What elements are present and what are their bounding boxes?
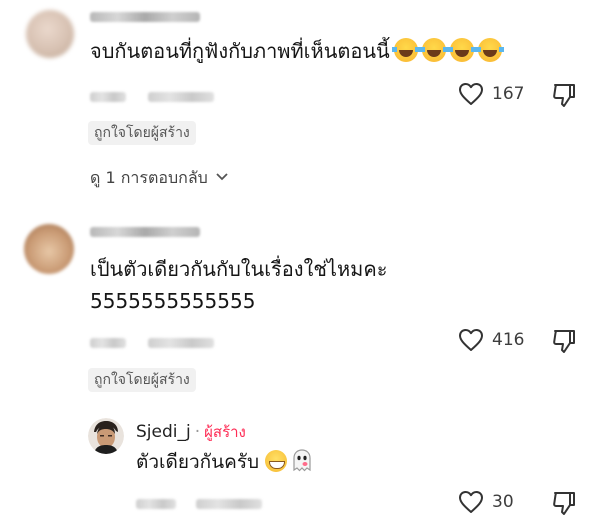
laughing-emoji-icon: [391, 38, 420, 62]
reply-link-blurred[interactable]: [196, 499, 262, 509]
comment-text-line-1: เป็นตัวเดียวกันกับในเรื่องใช่ไหมคะ: [90, 257, 388, 281]
ghost-emoji-icon: [293, 449, 311, 472]
comment-1: จบกันตอนที่กูฟังกับภาพที่เห็นตอนนี้ 167 …: [0, 0, 600, 200]
heart-outline-icon: [459, 329, 483, 351]
thumb-down-outline-icon[interactable]: [551, 82, 577, 108]
username-blurred[interactable]: [90, 12, 200, 22]
thumb-down-outline-icon[interactable]: [551, 328, 577, 354]
laughing-emoji-icon: [419, 38, 448, 62]
reply-comment: Sjedi_j · ผู้สร้าง ตัวเดียวกันครับ 30: [0, 410, 600, 527]
heart-outline-icon: [459, 83, 483, 105]
reply-text-content: ตัวเดียวกันครับ: [136, 451, 260, 473]
like-count: 30: [492, 492, 514, 512]
view-replies-label: ดู 1 การตอบกลับ: [90, 168, 208, 187]
username-blurred[interactable]: [90, 227, 200, 237]
creator-label: ผู้สร้าง: [204, 423, 246, 441]
reply-text: ตัวเดียวกันครับ: [136, 448, 313, 476]
like-button[interactable]: 416: [458, 328, 524, 352]
comment-text-content: จบกันตอนที่กูฟังกับภาพที่เห็นตอนนี้: [90, 39, 390, 63]
comment-meta-blurred: [90, 338, 126, 348]
thumb-down-outline-icon[interactable]: [551, 490, 577, 516]
like-count: 167: [492, 84, 525, 104]
like-button[interactable]: 167: [458, 82, 524, 106]
reply-link-blurred[interactable]: [148, 92, 214, 102]
view-replies-button[interactable]: ดู 1 การตอบกลับ: [90, 166, 229, 191]
avatar[interactable]: [26, 10, 74, 58]
reply-username-row[interactable]: Sjedi_j · ผู้สร้าง: [136, 420, 246, 444]
reply-username[interactable]: Sjedi_j: [136, 422, 191, 442]
separator-dot: ·: [194, 422, 201, 442]
comment-text: จบกันตอนที่กูฟังกับภาพที่เห็นตอนนี้: [90, 36, 504, 66]
comment-meta-blurred: [90, 92, 126, 102]
heart-outline-icon: [459, 491, 483, 513]
creator-avatar[interactable]: [88, 418, 124, 454]
liked-by-creator-badge: ถูกใจโดยผู้สร้าง: [88, 121, 196, 145]
chevron-down-icon: [216, 173, 228, 181]
laughing-emoji-icon: [475, 38, 504, 62]
avatar[interactable]: [24, 224, 74, 274]
liked-by-creator-badge: ถูกใจโดยผู้สร้าง: [88, 368, 196, 392]
comment-2: เป็นตัวเดียวกันกับในเรื่องใช่ไหมคะ 55555…: [0, 220, 600, 400]
reply-link-blurred[interactable]: [148, 338, 214, 348]
like-button[interactable]: 30: [458, 490, 514, 514]
like-count: 416: [492, 330, 525, 350]
comment-text-line-2: 5555555555555: [90, 289, 256, 313]
reply-meta-blurred: [136, 499, 176, 509]
laughing-emoji-icon: [447, 38, 476, 62]
grinning-face-emoji-icon: [265, 450, 288, 472]
